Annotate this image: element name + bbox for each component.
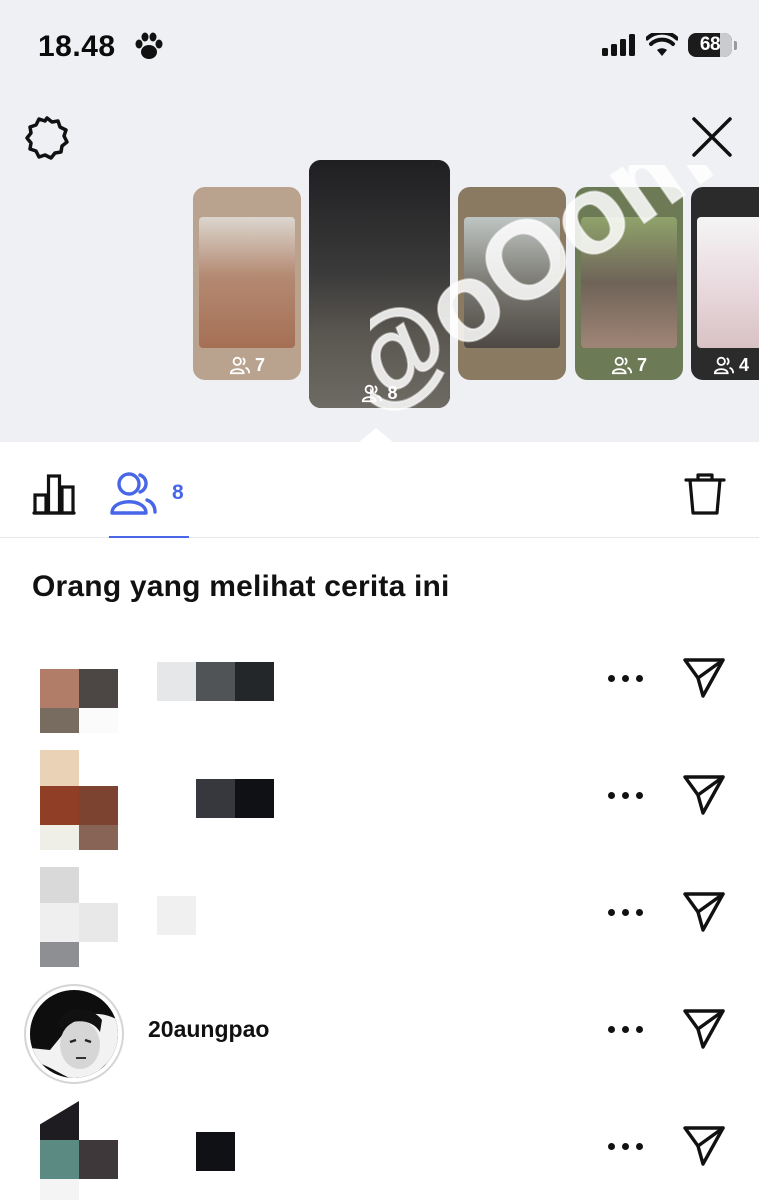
story-preview-area: 18.48 68 7 8 7 4 @oOom <box>0 0 759 443</box>
story-thumbnail[interactable]: 4 <box>691 187 759 380</box>
send-icon[interactable] <box>681 654 727 700</box>
viewers-icon <box>713 356 735 375</box>
avatar[interactable] <box>24 633 124 733</box>
avatar[interactable] <box>24 1101 124 1200</box>
story-image <box>581 217 677 348</box>
battery-level: 68 <box>699 34 721 55</box>
tab-bar: 8 <box>0 442 759 538</box>
send-icon[interactable] <box>681 771 727 817</box>
avatar[interactable] <box>24 984 124 1084</box>
avatar-photo <box>30 990 118 1078</box>
more-options-button[interactable] <box>608 788 644 802</box>
send-icon[interactable] <box>681 888 727 934</box>
close-icon[interactable] <box>688 113 736 161</box>
more-options-button[interactable] <box>608 1022 644 1036</box>
story-thumbnail[interactable] <box>458 187 566 380</box>
story-viewer-count: 7 <box>193 354 301 376</box>
viewers-icon <box>362 384 383 403</box>
viewers-icon <box>110 472 157 515</box>
send-icon[interactable] <box>681 1005 727 1051</box>
cellular-signal-icon <box>602 34 635 56</box>
wifi-icon <box>646 33 678 56</box>
viewer-row[interactable] <box>0 859 759 976</box>
story-image <box>309 160 450 408</box>
viewers-tab-count: 8 <box>172 481 184 504</box>
send-icon[interactable] <box>681 1122 727 1168</box>
paw-icon <box>135 32 163 59</box>
selected-story-pointer <box>358 428 394 443</box>
username[interactable]: 20aungpao <box>148 1016 269 1043</box>
viewer-row[interactable]: 20aungpao <box>0 976 759 1093</box>
more-options-button[interactable] <box>608 905 644 919</box>
viewers-icon <box>229 356 251 375</box>
tab-viewers[interactable]: 8 <box>109 470 189 538</box>
viewer-row[interactable] <box>0 1093 759 1200</box>
section-title: Orang yang melihat cerita ini <box>32 570 450 603</box>
avatar[interactable] <box>24 750 124 850</box>
trash-icon[interactable] <box>684 472 726 516</box>
story-thumbnail[interactable]: 7 <box>193 187 301 380</box>
viewers-icon <box>611 356 633 375</box>
more-options-button[interactable] <box>608 671 644 685</box>
viewer-row[interactable] <box>0 625 759 742</box>
story-thumbnail-selected[interactable]: 8 <box>309 160 450 408</box>
settings-gear-icon[interactable] <box>24 115 70 161</box>
battery-indicator: 68 <box>688 33 732 57</box>
insights-bar-chart-icon[interactable] <box>32 473 76 515</box>
viewer-row[interactable] <box>0 742 759 859</box>
story-viewer-count: 4 <box>691 354 759 376</box>
story-image <box>464 217 560 348</box>
avatar-image <box>30 990 118 1078</box>
story-image <box>199 217 295 348</box>
story-thumbnail[interactable]: 7 <box>575 187 683 380</box>
avatar[interactable] <box>24 867 124 967</box>
story-viewer-count: 7 <box>575 354 683 376</box>
story-viewer-count: 8 <box>309 382 450 404</box>
battery-tip <box>734 40 737 50</box>
status-indicators: 68 <box>602 33 737 57</box>
more-options-button[interactable] <box>608 1139 644 1153</box>
status-time: 18.48 <box>38 30 116 63</box>
story-image <box>697 217 759 348</box>
